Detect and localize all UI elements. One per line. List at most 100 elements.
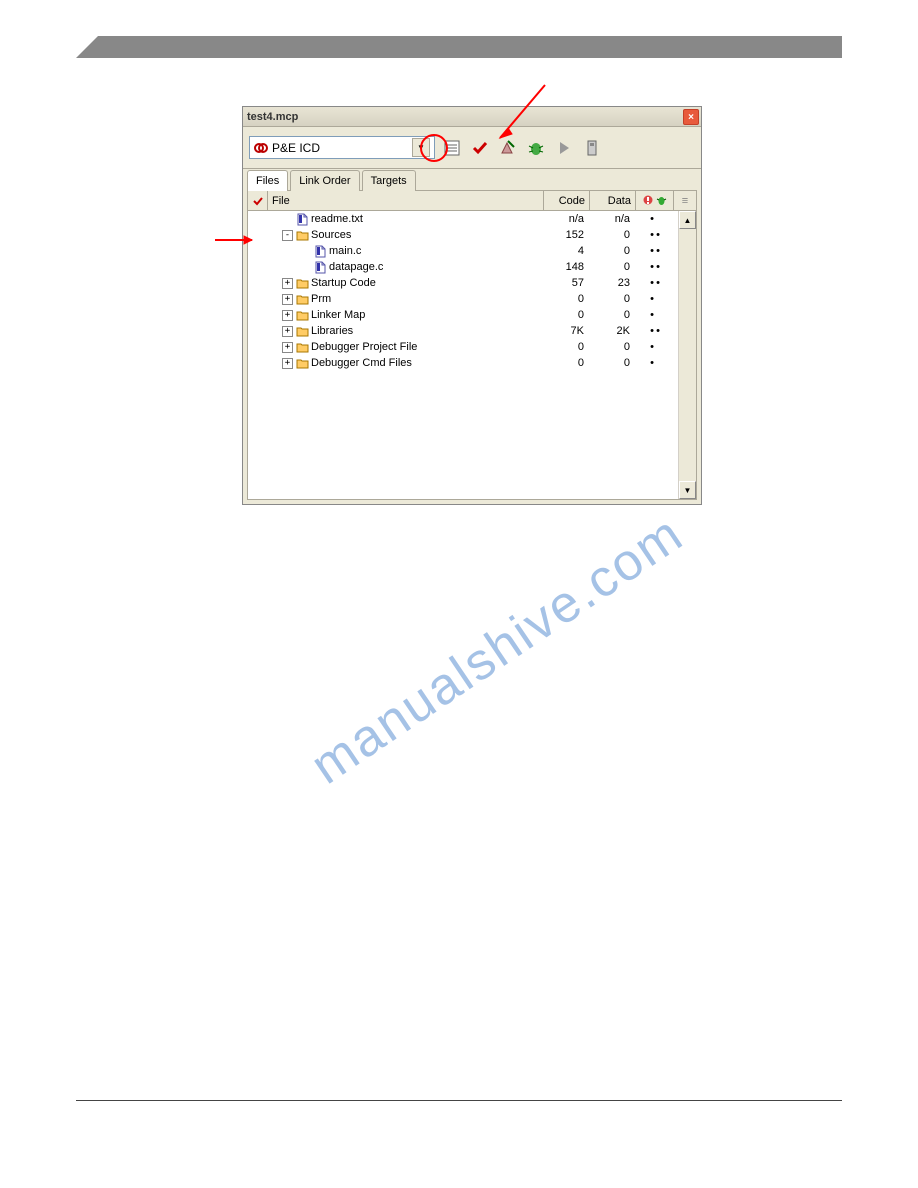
table-row[interactable]: datapage.c1480••▾ bbox=[248, 259, 696, 275]
data-value: 0 bbox=[590, 259, 636, 275]
expand-icon[interactable]: + bbox=[282, 310, 293, 321]
column-headers: File Code Data ≡ bbox=[248, 191, 696, 211]
tab-bar: Files Link Order Targets bbox=[243, 170, 701, 191]
code-value: 152 bbox=[544, 227, 590, 243]
check-column-header[interactable] bbox=[248, 191, 268, 210]
scrollbar[interactable]: ▲ ▼ bbox=[678, 211, 696, 499]
icon-column-header[interactable] bbox=[636, 191, 674, 210]
table-row[interactable]: +Libraries7K2K••▾ bbox=[248, 323, 696, 339]
tab-targets[interactable]: Targets bbox=[362, 170, 416, 191]
code-value: 57 bbox=[544, 275, 590, 291]
data-value: 2K bbox=[590, 323, 636, 339]
data-value: 0 bbox=[590, 227, 636, 243]
file-name: main.c bbox=[329, 245, 361, 257]
tab-link-order[interactable]: Link Order bbox=[290, 170, 359, 191]
code-value: 0 bbox=[544, 339, 590, 355]
status-dots: • bbox=[636, 355, 674, 371]
table-row[interactable]: +Debugger Project File00•▾ bbox=[248, 339, 696, 355]
status-dots: •• bbox=[636, 323, 674, 339]
file-name: Sources bbox=[311, 229, 351, 241]
watermark-text: manualshive.com bbox=[300, 504, 694, 797]
expand-icon[interactable]: + bbox=[282, 358, 293, 369]
status-dots: •• bbox=[636, 227, 674, 243]
expand-icon[interactable]: + bbox=[282, 342, 293, 353]
status-dots: •• bbox=[636, 275, 674, 291]
status-dots: • bbox=[636, 291, 674, 307]
run-icon[interactable] bbox=[553, 137, 575, 159]
folder-icon bbox=[295, 292, 309, 306]
folder-icon bbox=[295, 308, 309, 322]
folder-icon bbox=[295, 228, 309, 242]
data-value: n/a bbox=[590, 211, 636, 227]
window-title: test4.mcp bbox=[247, 111, 298, 123]
collapse-icon[interactable]: - bbox=[282, 230, 293, 241]
table-row[interactable]: +Linker Map00•▾ bbox=[248, 307, 696, 323]
file-icon bbox=[313, 244, 327, 258]
check-icon[interactable] bbox=[469, 137, 491, 159]
file-column-header[interactable]: File bbox=[268, 191, 544, 210]
folder-icon bbox=[295, 276, 309, 290]
toolbar: P&E ICD ▼ bbox=[243, 127, 701, 169]
data-value: 23 bbox=[590, 275, 636, 291]
target-text: P&E ICD bbox=[272, 141, 408, 155]
data-value: 0 bbox=[590, 291, 636, 307]
table-row[interactable]: +Prm00•▾ bbox=[248, 291, 696, 307]
status-dots: •• bbox=[636, 259, 674, 275]
table-row[interactable]: main.c40••▾ bbox=[248, 243, 696, 259]
file-name: datapage.c bbox=[329, 261, 383, 273]
menu-column-header[interactable]: ≡ bbox=[674, 191, 696, 210]
status-dots: • bbox=[636, 307, 674, 323]
table-row[interactable]: +Startup Code5723••▾ bbox=[248, 275, 696, 291]
code-value: 7K bbox=[544, 323, 590, 339]
file-name: Linker Map bbox=[311, 309, 365, 321]
device-icon[interactable] bbox=[581, 137, 603, 159]
code-value: n/a bbox=[544, 211, 590, 227]
target-icon bbox=[254, 141, 268, 155]
data-column-header[interactable]: Data bbox=[590, 191, 636, 210]
scroll-track[interactable] bbox=[679, 229, 696, 481]
folder-icon bbox=[295, 324, 309, 338]
tab-files[interactable]: Files bbox=[247, 170, 288, 191]
status-dots: • bbox=[636, 339, 674, 355]
file-name: Startup Code bbox=[311, 277, 376, 289]
file-name: Prm bbox=[311, 293, 331, 305]
scroll-down-icon[interactable]: ▼ bbox=[679, 481, 696, 499]
file-panel: File Code Data ≡ readme.txtn/an/a•▾-Sour… bbox=[247, 190, 697, 500]
table-row[interactable]: +Debugger Cmd Files00•▾ bbox=[248, 355, 696, 371]
file-name: Debugger Project File bbox=[311, 341, 417, 353]
close-button[interactable]: × bbox=[683, 109, 699, 125]
annotation-arrow-top bbox=[490, 80, 550, 150]
table-row[interactable]: -Sources1520••▾ bbox=[248, 227, 696, 243]
code-value: 0 bbox=[544, 291, 590, 307]
file-list: readme.txtn/an/a•▾-Sources1520••▾main.c4… bbox=[248, 211, 696, 499]
code-value: 148 bbox=[544, 259, 590, 275]
data-value: 0 bbox=[590, 307, 636, 323]
code-column-header[interactable]: Code bbox=[544, 191, 590, 210]
expand-icon[interactable]: + bbox=[282, 326, 293, 337]
expand-icon[interactable]: + bbox=[282, 278, 293, 289]
data-value: 0 bbox=[590, 243, 636, 259]
close-icon: × bbox=[688, 112, 694, 123]
data-value: 0 bbox=[590, 339, 636, 355]
project-window: test4.mcp × P&E ICD ▼ bbox=[242, 106, 702, 505]
page-header-bar bbox=[76, 36, 842, 58]
scroll-up-icon[interactable]: ▲ bbox=[679, 211, 696, 229]
annotation-circle bbox=[420, 134, 448, 162]
annotation-arrow-left bbox=[210, 232, 260, 248]
folder-icon bbox=[295, 340, 309, 354]
titlebar: test4.mcp × bbox=[243, 107, 701, 127]
code-value: 0 bbox=[544, 355, 590, 371]
code-value: 0 bbox=[544, 307, 590, 323]
code-value: 4 bbox=[544, 243, 590, 259]
file-name: readme.txt bbox=[311, 213, 363, 225]
file-name: Libraries bbox=[311, 325, 353, 337]
file-icon bbox=[295, 212, 309, 226]
page-footer-line bbox=[76, 1100, 842, 1101]
data-value: 0 bbox=[590, 355, 636, 371]
file-name: Debugger Cmd Files bbox=[311, 357, 412, 369]
target-dropdown[interactable]: P&E ICD ▼ bbox=[249, 136, 435, 159]
expand-icon[interactable]: + bbox=[282, 294, 293, 305]
status-dots: • bbox=[636, 211, 674, 227]
file-icon bbox=[313, 260, 327, 274]
table-row[interactable]: readme.txtn/an/a•▾ bbox=[248, 211, 696, 227]
